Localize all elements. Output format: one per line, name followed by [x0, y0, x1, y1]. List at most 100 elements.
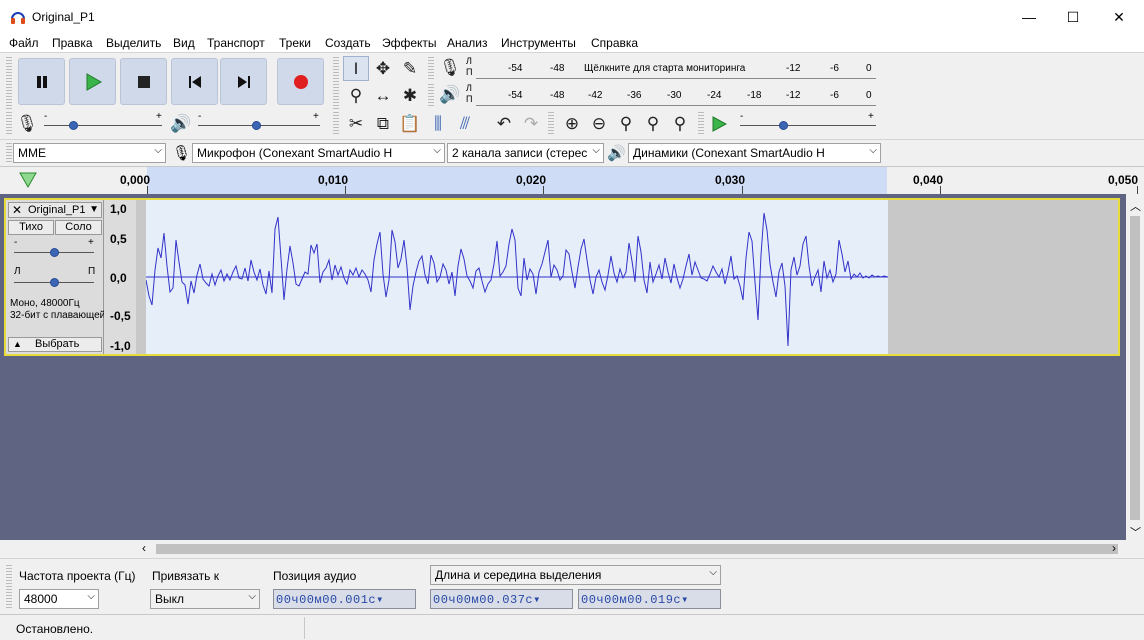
microphone-icon[interactable]: 🎙: [437, 55, 463, 80]
menu-file[interactable]: Файл: [9, 36, 39, 50]
pause-button[interactable]: [18, 58, 65, 105]
scroll-right-icon[interactable]: ›: [1112, 541, 1116, 555]
scroll-up-icon[interactable]: ︿: [1130, 198, 1141, 214]
menu-tracks[interactable]: Треки: [279, 36, 311, 50]
track-name[interactable]: Original_P1: [28, 204, 85, 216]
rec-vol-plus: +: [156, 111, 162, 122]
menu-help[interactable]: Справка: [591, 36, 638, 50]
collapse-track-icon[interactable]: ▲: [13, 339, 22, 349]
audio-host-select[interactable]: MME ⌵: [13, 143, 166, 163]
menu-edit[interactable]: Правка: [52, 36, 93, 50]
horizontal-scroll-thumb[interactable]: [156, 544, 1118, 554]
scroll-down-icon[interactable]: ﹀: [1130, 524, 1141, 540]
waveform-selection[interactable]: [145, 200, 889, 354]
speaker-icon[interactable]: 🔊: [437, 82, 463, 107]
selection-length-field[interactable]: 00ч00м00.037с▾: [430, 589, 573, 609]
selection-grip[interactable]: [6, 565, 12, 609]
multi-tool-icon[interactable]: ✱: [397, 83, 423, 108]
pinned-play-head-icon[interactable]: [18, 171, 38, 189]
trim-audio-icon[interactable]: ⫼: [425, 111, 451, 136]
vertical-scrollbar[interactable]: ︿ ﹀: [1126, 194, 1144, 540]
menu-select[interactable]: Выделить: [106, 36, 161, 50]
menu-transport[interactable]: Транспорт: [207, 36, 265, 50]
project-rate-select[interactable]: 48000 ⌵: [19, 589, 99, 609]
selection-tool-icon[interactable]: I: [343, 56, 369, 81]
menu-view[interactable]: Вид: [173, 36, 195, 50]
zoom-tool-icon[interactable]: ⚲: [343, 83, 369, 108]
redo-icon[interactable]: ↷: [518, 111, 544, 136]
selection-mode-select[interactable]: Длина и середина выделения ⌵: [430, 565, 721, 585]
channels-select[interactable]: 2 канала записи (стерес ⌵: [447, 143, 604, 163]
play-at-speed-grip[interactable]: [698, 112, 704, 136]
playback-volume-thumb[interactable]: [252, 121, 261, 130]
timeline-ruler[interactable]: 0,000 0,010 0,020 0,030 0,040 0,050: [0, 166, 1144, 194]
tools-grip[interactable]: [333, 57, 339, 109]
pan-thumb[interactable]: [50, 278, 59, 287]
track-panel[interactable]: ✕ Original_P1 ▼ Тихо Соло - + Л П Моно, …: [0, 194, 1144, 540]
edit-grip[interactable]: [333, 112, 339, 136]
monitor-prompt[interactable]: Щёлкните для старта мониторинга: [584, 63, 745, 74]
skip-start-button[interactable]: [171, 58, 218, 105]
ruler-tick: [742, 186, 743, 194]
rec-tick: -6: [830, 63, 839, 74]
record-meter[interactable]: -54 -48 Щёлкните для старта мониторинга …: [476, 55, 876, 79]
play-meter-grip[interactable]: [428, 84, 434, 108]
playback-meter[interactable]: -54 -48 -42 -36 -30 -24 -18 -12 -6 0: [476, 82, 876, 106]
scroll-left-icon[interactable]: ‹: [142, 541, 146, 555]
record-volume-thumb[interactable]: [69, 121, 78, 130]
audacity-logo-icon: [11, 12, 25, 24]
draw-tool-icon[interactable]: ✎: [397, 56, 423, 81]
fit-selection-icon[interactable]: ⚲: [613, 111, 639, 136]
cut-icon[interactable]: ✂: [343, 111, 369, 136]
fit-project-icon[interactable]: ⚲: [640, 111, 666, 136]
play-button[interactable]: [69, 58, 116, 105]
audio-track[interactable]: ✕ Original_P1 ▼ Тихо Соло - + Л П Моно, …: [4, 198, 1120, 356]
audio-position-field[interactable]: 00ч00м00.001с▾: [273, 589, 416, 609]
menu-effects[interactable]: Эффекты: [382, 36, 437, 50]
snap-to-select[interactable]: Выкл ⌵: [150, 589, 260, 609]
play-speed-thumb[interactable]: [779, 121, 788, 130]
rec-meter-grip[interactable]: [428, 57, 434, 81]
device-grip[interactable]: [6, 143, 12, 163]
menu-tools[interactable]: Инструменты: [501, 36, 576, 50]
recording-device-select[interactable]: Микрофон (Conexant SmartAudio H ⌵: [192, 143, 445, 163]
envelope-tool-icon[interactable]: ✥: [370, 56, 396, 81]
zoom-toggle-icon[interactable]: ⚲: [667, 111, 693, 136]
record-button[interactable]: [277, 58, 324, 105]
close-button[interactable]: ✕: [1096, 0, 1142, 34]
selection-center-field[interactable]: 00ч00м00.019с▾: [578, 589, 721, 609]
mixer-grip[interactable]: [6, 112, 12, 136]
skip-end-button[interactable]: [220, 58, 267, 105]
copy-icon[interactable]: ⧉: [370, 111, 396, 136]
menu-generate[interactable]: Создать: [325, 36, 371, 50]
menu-analyze[interactable]: Анализ: [447, 36, 488, 50]
play-tick: -6: [830, 90, 839, 101]
playback-device-select[interactable]: Динамики (Conexant SmartAudio H ⌵: [628, 143, 881, 163]
track-name-bar[interactable]: ✕ Original_P1 ▼: [8, 202, 102, 218]
play-speed-slider[interactable]: [740, 125, 876, 126]
gain-thumb[interactable]: [50, 248, 59, 257]
toolbar-grip[interactable]: [6, 57, 12, 109]
paste-icon[interactable]: 📋: [397, 111, 423, 136]
zoom-grip[interactable]: [548, 112, 554, 136]
horizontal-scrollbar[interactable]: ‹ ›: [0, 540, 1144, 558]
play-at-speed-icon[interactable]: [706, 111, 732, 136]
recording-device-value: Микрофон (Conexant SmartAudio H: [197, 146, 393, 160]
play-tick: -18: [747, 90, 762, 101]
record-volume-slider[interactable]: [44, 125, 162, 126]
track-menu-icon[interactable]: ▼: [89, 204, 99, 215]
scale-label: -0,5: [110, 309, 131, 323]
stop-button[interactable]: [120, 58, 167, 105]
mute-button[interactable]: Тихо: [8, 220, 54, 235]
minimize-button[interactable]: —: [1006, 0, 1052, 34]
zoom-in-icon[interactable]: ⊕: [559, 111, 585, 136]
vertical-scroll-thumb[interactable]: [1130, 216, 1140, 520]
silence-audio-icon[interactable]: ⫻: [452, 111, 478, 136]
solo-button[interactable]: Соло: [55, 220, 102, 235]
timeshift-tool-icon[interactable]: ↔: [370, 83, 396, 108]
select-track-button[interactable]: ▲ Выбрать: [8, 337, 102, 352]
track-close-icon[interactable]: ✕: [12, 203, 22, 217]
zoom-out-icon[interactable]: ⊖: [586, 111, 612, 136]
maximize-button[interactable]: ☐: [1050, 0, 1096, 34]
undo-icon[interactable]: ↶: [491, 111, 517, 136]
